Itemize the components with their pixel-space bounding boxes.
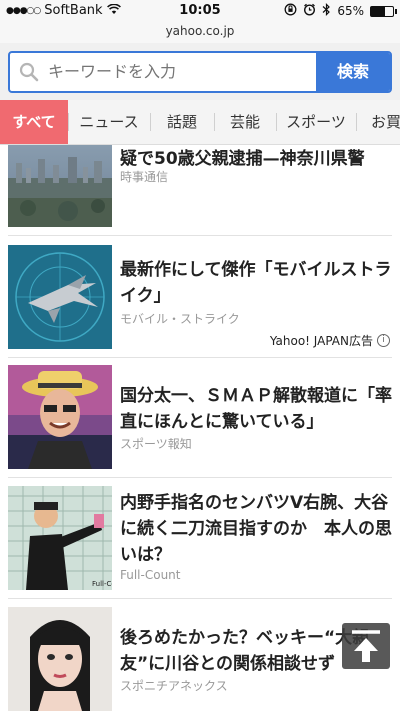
wifi-icon (106, 3, 121, 18)
news-feed: 中学生長男に万引きさせる＝窃盗容疑で50歳父親逮捕—神奈川県警 時事通信 最新作… (0, 145, 400, 711)
list-item[interactable]: Full-Count 内野手指名のセンバツV右腕、大谷に続く二刀流目指すのか 本… (0, 486, 400, 590)
ad-thumbnail (8, 245, 112, 349)
divider (8, 357, 392, 358)
divider (8, 235, 392, 236)
ad-label[interactable]: Yahoo! JAPAN広告 i (270, 332, 390, 349)
signal-strength-icon: ●●●○○ (6, 5, 41, 16)
battery-level (371, 6, 386, 16)
search-box: 検索 (8, 51, 392, 93)
tab-sports[interactable]: スポーツ (276, 100, 356, 144)
list-item[interactable]: 国分太一、ＳＭＡＰ解散報道に「率直にほんとに驚いている」 スポーツ報知 (0, 365, 400, 469)
category-tabs: すべて ニュース 話題 芸能 スポーツ お買 (0, 100, 400, 145)
news-thumbnail (8, 145, 112, 227)
thumbnail-watermark: Full-Count (92, 580, 112, 588)
info-icon[interactable]: i (377, 334, 390, 347)
scroll-to-top-button[interactable] (342, 623, 390, 669)
search-input[interactable] (48, 53, 318, 91)
arrow-up-icon (352, 630, 380, 662)
news-title[interactable]: 内野手指名のセンバツV右腕、大谷に続く二刀流目指すのか 本人の思いは？ (120, 490, 392, 568)
bluetooth-icon (322, 3, 331, 19)
alarm-icon (303, 3, 316, 19)
news-source: スポーツ報知 (120, 437, 192, 451)
search-icon (19, 62, 39, 82)
tab-entertainment[interactable]: 芸能 (214, 100, 276, 144)
news-thumbnail (8, 607, 112, 711)
news-title[interactable]: 国分太一、ＳＭＡＰ解散報道に「率直にほんとに驚いている」 (120, 383, 392, 435)
divider (8, 477, 392, 478)
ad-item[interactable]: 最新作にして傑作「モバイルストライク」 モバイル・ストライク Yahoo! JA… (0, 245, 400, 349)
divider (8, 598, 392, 599)
battery-icon (370, 5, 397, 17)
orientation-lock-icon (284, 3, 297, 19)
list-item[interactable]: 後ろめたかった？ベッキー“大親友”に川谷との関係相談せず スポニチアネックス (0, 607, 400, 711)
tab-shopping[interactable]: お買 (356, 100, 400, 144)
list-item[interactable]: 中学生長男に万引きさせる＝窃盗容疑で50歳父親逮捕—神奈川県警 時事通信 (0, 145, 400, 235)
tab-all[interactable]: すべて (0, 100, 68, 144)
news-thumbnail: Full-Count (8, 486, 112, 590)
news-source: スポニチアネックス (120, 679, 228, 693)
ad-label-text: Yahoo! JAPAN広告 (269, 334, 373, 348)
battery-percent: 65% (337, 4, 364, 18)
search-button[interactable]: 検索 (316, 53, 390, 91)
search-area: 検索 (0, 43, 400, 100)
tab-news[interactable]: ニュース (68, 100, 150, 144)
url-bar[interactable]: yahoo.co.jp (0, 21, 400, 43)
news-thumbnail (8, 365, 112, 469)
tab-topics[interactable]: 話題 (150, 100, 214, 144)
status-bar: ●●●○○ SoftBank 10:05 65% (0, 0, 400, 22)
news-source: 時事通信 (120, 170, 169, 184)
ad-title[interactable]: 最新作にして傑作「モバイルストライク」 (120, 257, 392, 309)
ad-source: モバイル・ストライク (120, 312, 240, 326)
carrier-name: SoftBank (44, 3, 103, 18)
news-source: Full-Count (120, 568, 181, 582)
